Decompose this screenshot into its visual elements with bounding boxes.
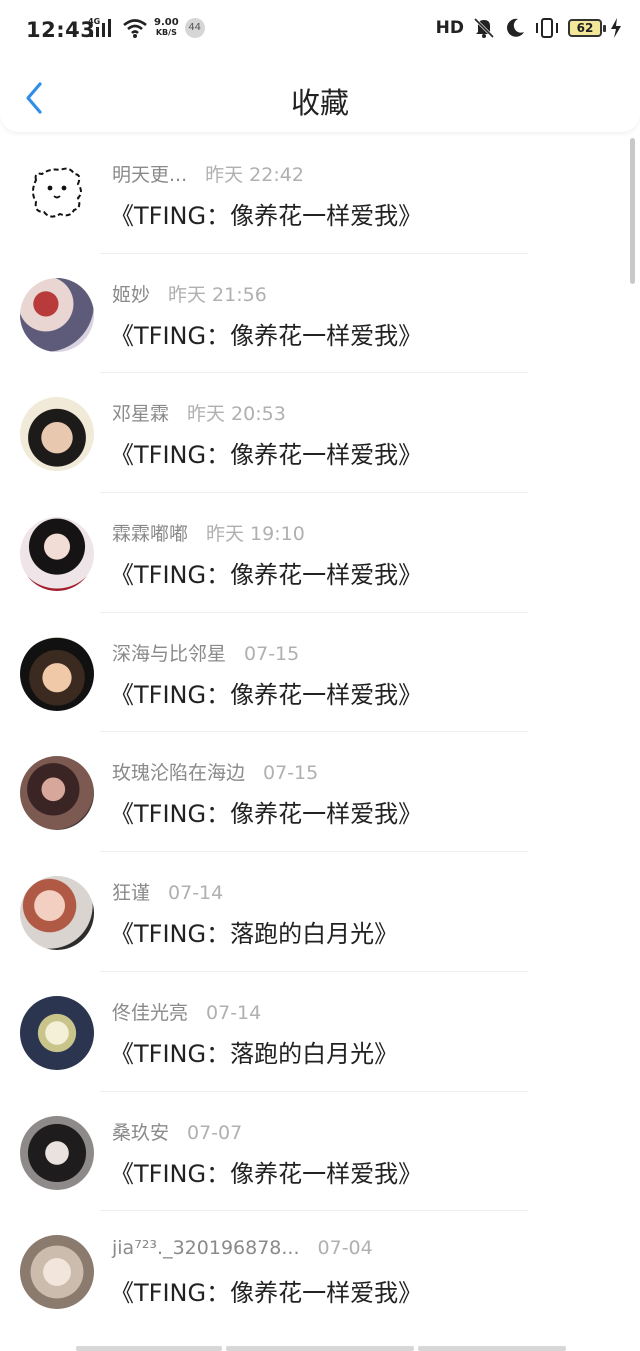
list-item[interactable]: jia⁷²³._320196878... 07-04 《TFING：像养花一样爱我… — [0, 1211, 640, 1331]
avatar[interactable] — [20, 397, 94, 472]
item-time: 07-04 — [317, 1237, 373, 1260]
bottom-segment — [418, 1346, 566, 1351]
status-right-icons: HD 62 — [436, 17, 622, 39]
item-title: 《TFING：像养花一样爱我》 — [110, 561, 423, 590]
user-name: 姬妙 — [112, 283, 151, 306]
item-meta: 霖霖嘟嘟 昨天 19:10 — [112, 519, 305, 546]
avatar[interactable] — [20, 158, 94, 232]
item-time: 07-14 — [168, 882, 224, 905]
bottom-segment — [226, 1346, 414, 1351]
item-meta: 桑玖安 07-07 — [112, 1118, 242, 1145]
item-time: 07-14 — [206, 1001, 262, 1024]
item-time: 07-15 — [244, 642, 300, 665]
moon-icon — [507, 18, 524, 37]
user-name: 深海与比邻星 — [112, 642, 227, 665]
item-title: 《TFING：像养花一样爱我》 — [110, 1159, 423, 1188]
item-meta: 深海与比邻星 07-15 — [112, 639, 299, 666]
bottom-segment — [76, 1346, 222, 1351]
list-item[interactable]: 狂谨 07-14 《TFING：落跑的白月光》 — [0, 852, 640, 972]
user-name: 桑玖安 — [112, 1121, 170, 1144]
item-meta: 玫瑰沦陷在海边 07-15 — [112, 758, 318, 785]
item-time: 07-07 — [187, 1121, 243, 1144]
user-name: 玫瑰沦陷在海边 — [112, 762, 246, 785]
wifi-icon — [123, 19, 147, 38]
item-title: 《TFING：像养花一样爱我》 — [110, 202, 423, 230]
item-title: 《TFING：落跑的白月光》 — [110, 920, 399, 949]
battery-indicator: 62 — [568, 19, 606, 37]
avatar[interactable] — [20, 756, 94, 831]
item-time: 昨天 22:42 — [205, 164, 304, 186]
avatar[interactable] — [20, 1235, 94, 1310]
item-title: 《TFING：像养花一样爱我》 — [110, 800, 423, 829]
avatar[interactable] — [20, 995, 94, 1070]
item-time: 07-15 — [263, 762, 319, 785]
list-item[interactable]: 佟佳光亮 07-14 《TFING：落跑的白月光》 — [0, 972, 640, 1092]
avatar[interactable] — [20, 876, 94, 951]
user-name: 霖霖嘟嘟 — [112, 523, 189, 546]
avatar[interactable] — [20, 517, 94, 592]
avatar[interactable] — [20, 636, 94, 711]
notification-badge: 44 — [184, 18, 205, 38]
list-item[interactable]: 邓星霖 昨天 20:53 《TFING：像养花一样爱我》 — [0, 373, 640, 494]
bear-sketch-icon — [32, 167, 82, 218]
item-title: 《TFING：像养花一样爱我》 — [110, 441, 423, 470]
network-speed: 9.00 KB/S — [154, 18, 179, 38]
item-title: 《TFING：像养花一样爱我》 — [110, 1279, 423, 1308]
item-meta: jia⁷²³._320196878... 07-04 — [112, 1237, 373, 1259]
favorites-list: 明天更... 昨天 22:42 《TFING：像养花一样爱我》 姬妙 昨天 21:5… — [0, 134, 640, 1331]
user-name: jia⁷²³._320196878... — [112, 1237, 300, 1260]
user-name: 佟佳光亮 — [112, 1001, 189, 1024]
list-item[interactable]: 明天更... 昨天 22:42 《TFING：像养花一样爱我》 — [0, 134, 640, 254]
avatar[interactable] — [20, 1115, 94, 1190]
status-left-icons: 4G 9.00 KB/S 44 — [88, 17, 205, 39]
navigation-bar: 收藏 — [0, 64, 640, 132]
list-item[interactable]: 玫瑰沦陷在海边 07-15 《TFING：像养花一样爱我》 — [0, 732, 640, 853]
bottom-tab-strip — [0, 1330, 640, 1351]
list-item[interactable]: 姬妙 昨天 21:56 《TFING：像养花一样爱我》 — [0, 254, 640, 374]
item-time: 昨天 20:53 — [187, 403, 286, 426]
item-time: 昨天 19:10 — [206, 523, 305, 546]
item-time: 昨天 21:56 — [168, 283, 267, 306]
user-name: 邓星霖 — [112, 403, 170, 426]
signal-icon: 4G — [88, 17, 111, 37]
scrollbar[interactable] — [630, 138, 635, 284]
item-meta: 姬妙 昨天 21:56 — [112, 280, 267, 307]
hd-indicator: HD — [435, 18, 464, 38]
mute-bell-icon — [473, 17, 495, 39]
avatar[interactable] — [20, 277, 94, 352]
page-title: 收藏 — [290, 86, 349, 120]
item-meta: 明天更... 昨天 22:42 — [112, 160, 304, 187]
list-item[interactable]: 深海与比邻星 07-15 《TFING：像养花一样爱我》 — [0, 613, 640, 733]
svg-text:4G: 4G — [88, 17, 100, 26]
item-title: 《TFING：像养花一样爱我》 — [110, 321, 423, 350]
charging-icon — [611, 18, 621, 38]
speed-value: 9.00 — [154, 17, 179, 28]
item-meta: 狂谨 07-14 — [112, 878, 223, 905]
list-item[interactable]: 桑玖安 07-07 《TFING：像养花一样爱我》 — [0, 1092, 640, 1212]
list-item[interactable]: 霖霖嘟嘟 昨天 19:10 《TFING：像养花一样爱我》 — [0, 493, 640, 613]
item-meta: 邓星霖 昨天 20:53 — [112, 399, 286, 426]
user-name: 狂谨 — [112, 882, 151, 905]
status-time: 12:43 — [26, 18, 96, 42]
item-title: 《TFING：像养花一样爱我》 — [110, 680, 423, 709]
vibrate-icon — [536, 18, 558, 38]
item-title: 《TFING：落跑的白月光》 — [110, 1039, 399, 1068]
status-bar: 12:43 4G 9.00 KB/S 44 HD 62 — [0, 0, 640, 64]
item-meta: 佟佳光亮 07-14 — [112, 998, 261, 1025]
speed-unit: KB/S — [155, 28, 177, 37]
user-name: 明天更... — [112, 164, 188, 186]
